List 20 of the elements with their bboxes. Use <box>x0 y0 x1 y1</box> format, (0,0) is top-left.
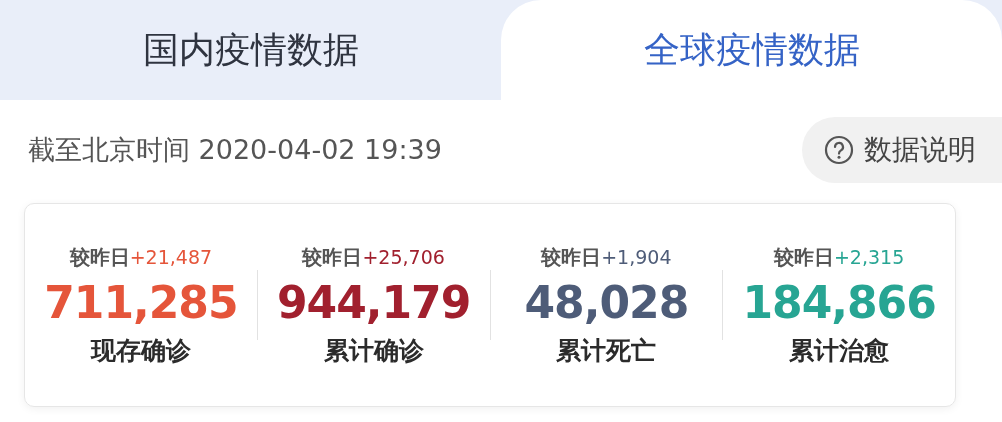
stat-value: 711,285 <box>44 276 238 328</box>
update-time: 截至北京时间 2020-04-02 19:39 <box>28 133 442 167</box>
delta-label: 较昨日 <box>69 243 130 271</box>
stat-label: 累计死亡 <box>556 334 657 367</box>
help-icon <box>824 135 854 165</box>
data-info-button[interactable]: 数据说明 <box>802 117 1002 183</box>
delta-value: +2,315 <box>833 245 905 268</box>
stat-value: 184,866 <box>742 276 936 328</box>
stat-value: 944,179 <box>276 276 471 328</box>
tab[interactable]: 全球疫情数据 <box>501 0 1002 100</box>
stat-label: 累计确诊 <box>323 334 424 367</box>
stat-label: 现存确诊 <box>90 334 191 367</box>
stat-value: 48,028 <box>524 276 689 328</box>
delta-value: +25,706 <box>362 245 445 268</box>
delta-label: 较昨日 <box>773 243 834 271</box>
delta-label: 较昨日 <box>541 243 602 271</box>
delta-label: 较昨日 <box>302 243 363 271</box>
delta-value: +1,904 <box>601 245 672 268</box>
stat-label: 累计治愈 <box>789 334 890 367</box>
delta-value: +21,487 <box>129 245 213 268</box>
